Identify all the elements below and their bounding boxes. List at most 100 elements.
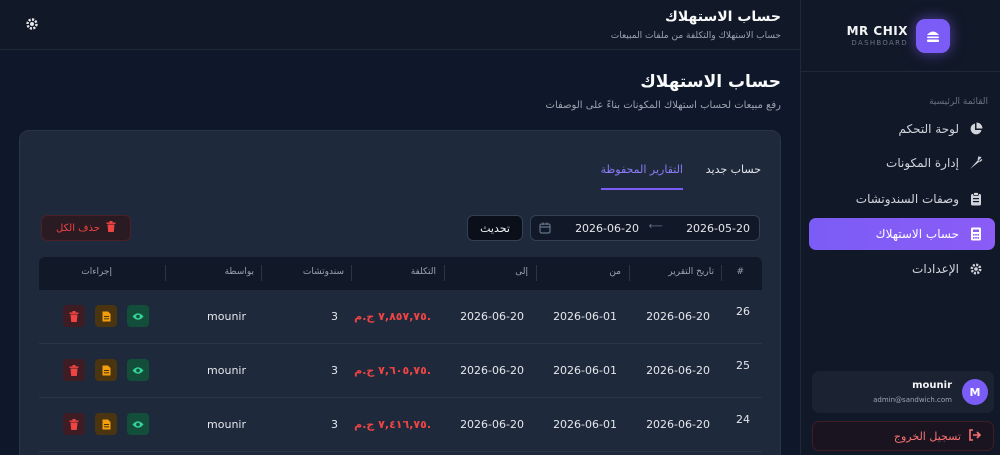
sidebar-item-recipes[interactable]: وصفات السندوتشات [809,183,995,215]
report-cost: ٧,٨٥٧,٧٥ ج.م. [354,310,431,323]
arrow-left-icon: ⟵ [648,221,663,232]
report-from: 2026-06-01 [553,310,617,323]
sidebar-item-ingredients[interactable]: إدارة المكونات [809,147,995,179]
view-button[interactable] [127,413,149,435]
table-header: # تاريخ التقرير من إلى التكلفة سندوتشات … [39,257,762,290]
report-cost: ٧,٤١٦,٧٥ ج.م. [354,418,431,431]
delete-all-button[interactable]: حذف الكل [41,215,131,241]
sidebar-item-settings[interactable]: الإعدادات [809,253,995,285]
view-button[interactable] [127,359,149,381]
header-subtitle: حساب الاستهلاك والتكلفة من ملفات المبيعا… [610,31,781,41]
col-header-by: بواسطة [224,267,254,277]
file-icon [102,365,110,375]
page-title: حساب الاستهلاك [640,72,781,92]
download-pdf-button[interactable] [95,359,117,381]
user-card: M mounir admin@sandwich.com [812,371,994,413]
carrot-icon [969,156,983,170]
reports-card: حساب جديد التقارير المحفوظة 2026-05-20 ⟵… [19,130,781,455]
column-divider [721,265,722,281]
brand-name: MR CHIX [846,24,908,38]
menu-heading: القائمة الرئيسية [929,97,988,107]
eye-icon [132,312,144,320]
sandwich-count: 3 [331,310,338,323]
logout-label: تسجيل الخروج [893,429,961,443]
brand-subtitle: DASHBOARD [851,39,908,47]
gear-icon [969,262,983,276]
created-by: mounir [207,418,246,431]
sandwich-count: 3 [331,418,338,431]
sidebar: MR CHIX DASHBOARD القائمة الرئيسية لوحة … [800,0,1000,455]
calendar-icon [539,222,551,234]
col-header-num: # [736,267,744,277]
eye-icon [132,420,144,428]
column-divider [261,265,262,281]
sidebar-item-label: لوحة التحكم [898,122,960,136]
report-date: 2026-06-20 [646,418,710,431]
date-to: 2026-06-20 [575,222,639,235]
created-by: mounir [207,310,246,323]
report-date: 2026-06-20 [646,310,710,323]
clipboard-icon [969,192,983,206]
sidebar-item-label: إدارة المكونات [886,156,959,170]
report-to: 2026-06-20 [460,310,524,323]
column-divider [165,265,166,281]
date-from: 2026-05-20 [686,222,750,235]
report-number: 25 [736,359,750,372]
reports-table: # تاريخ التقرير من إلى التكلفة سندوتشات … [39,257,762,452]
file-icon [102,419,110,429]
logout-icon [969,428,982,444]
trash-icon [69,418,79,430]
sidebar-item-dashboard[interactable]: لوحة التحكم [809,113,995,145]
col-header-to: إلى [515,267,528,277]
avatar: M [962,379,988,405]
sidebar-item-consumption[interactable]: حساب الاستهلاك [809,218,995,250]
settings-gear-icon[interactable] [24,16,40,32]
report-from: 2026-06-01 [553,364,617,377]
sidebar-item-label: حساب الاستهلاك [875,227,959,241]
delete-row-button[interactable] [63,359,85,381]
report-number: 24 [736,413,750,426]
delete-row-button[interactable] [63,413,85,435]
sidebar-item-label: الإعدادات [912,262,959,276]
column-divider [536,265,537,281]
delete-all-label: حذف الكل [56,222,100,234]
sidebar-item-label: وصفات السندوتشات [855,192,959,206]
view-button[interactable] [127,305,149,327]
user-name: mounir [912,380,952,391]
col-header-report-date: تاريخ التقرير [668,267,714,277]
download-pdf-button[interactable] [95,305,117,327]
download-pdf-button[interactable] [95,413,117,435]
trash-icon [69,310,79,322]
logout-button[interactable]: تسجيل الخروج [812,421,994,451]
col-header-cost: التكلفة [410,267,436,277]
report-date: 2026-06-20 [646,364,710,377]
column-divider [629,265,630,281]
column-divider [351,265,352,281]
report-to: 2026-06-20 [460,364,524,377]
eye-icon [132,366,144,374]
top-header: حساب الاستهلاك حساب الاستهلاك والتكلفة م… [0,0,800,50]
column-divider [444,265,445,281]
report-number: 26 [736,305,750,318]
pie-chart-icon [969,122,983,136]
col-header-sandwiches: سندوتشات [302,267,344,277]
col-header-actions: إجراءات [81,267,112,277]
refresh-button[interactable]: تحديث [467,215,523,241]
brand: MR CHIX DASHBOARD [800,0,1000,72]
report-to: 2026-06-20 [460,418,524,431]
trash-icon [69,364,79,376]
file-icon [102,311,110,321]
delete-row-button[interactable] [63,305,85,327]
user-email: admin@sandwich.com [873,396,952,404]
table-row: 24 2026-06-20 2026-06-01 2026-06-20 ٧,٤١… [39,398,762,452]
tab-new-calculation[interactable]: حساب جديد [706,163,761,176]
burger-logo-icon [916,19,950,53]
tab-saved-reports[interactable]: التقارير المحفوظة [600,163,683,190]
col-header-from: من [609,267,621,277]
created-by: mounir [207,364,246,377]
calculator-icon [969,227,983,241]
date-range-picker[interactable]: 2026-05-20 ⟵ 2026-06-20 [530,215,760,241]
report-from: 2026-06-01 [553,418,617,431]
page-subtitle: رفع مبيعات لحساب استهلاك المكونات بناءً … [545,100,781,111]
trash-icon [106,221,116,235]
